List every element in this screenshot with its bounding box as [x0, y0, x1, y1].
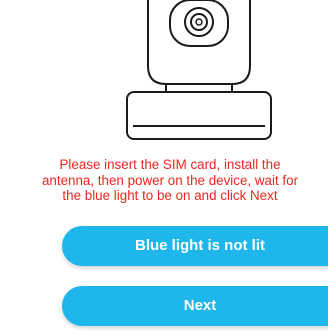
instruction-line-1: Please insert the SIM card, install the [59, 157, 281, 172]
instruction-line-2: antenna, then power on the device, wait … [41, 172, 299, 188]
next-button[interactable]: Next [62, 286, 328, 326]
camera-lens-housing [169, 0, 229, 47]
camera-base [126, 91, 272, 140]
security-camera-icon [126, 0, 272, 140]
camera-head-outline [147, 0, 251, 85]
camera-lens-center [195, 18, 203, 26]
device-setup-screen: Please insert the SIM card, install the … [0, 0, 328, 332]
blue-light-not-lit-button[interactable]: Blue light is not lit [62, 226, 328, 266]
camera-lens-ring [184, 7, 214, 37]
setup-instruction-text: Please insert the SIM card, install the … [0, 157, 328, 204]
camera-lens-inner [190, 13, 208, 31]
instruction-line-3: the blue light to be on and click Next [62, 188, 278, 204]
next-button-label: Next [183, 297, 217, 314]
blue-light-not-lit-label: Blue light is not lit [135, 237, 265, 254]
